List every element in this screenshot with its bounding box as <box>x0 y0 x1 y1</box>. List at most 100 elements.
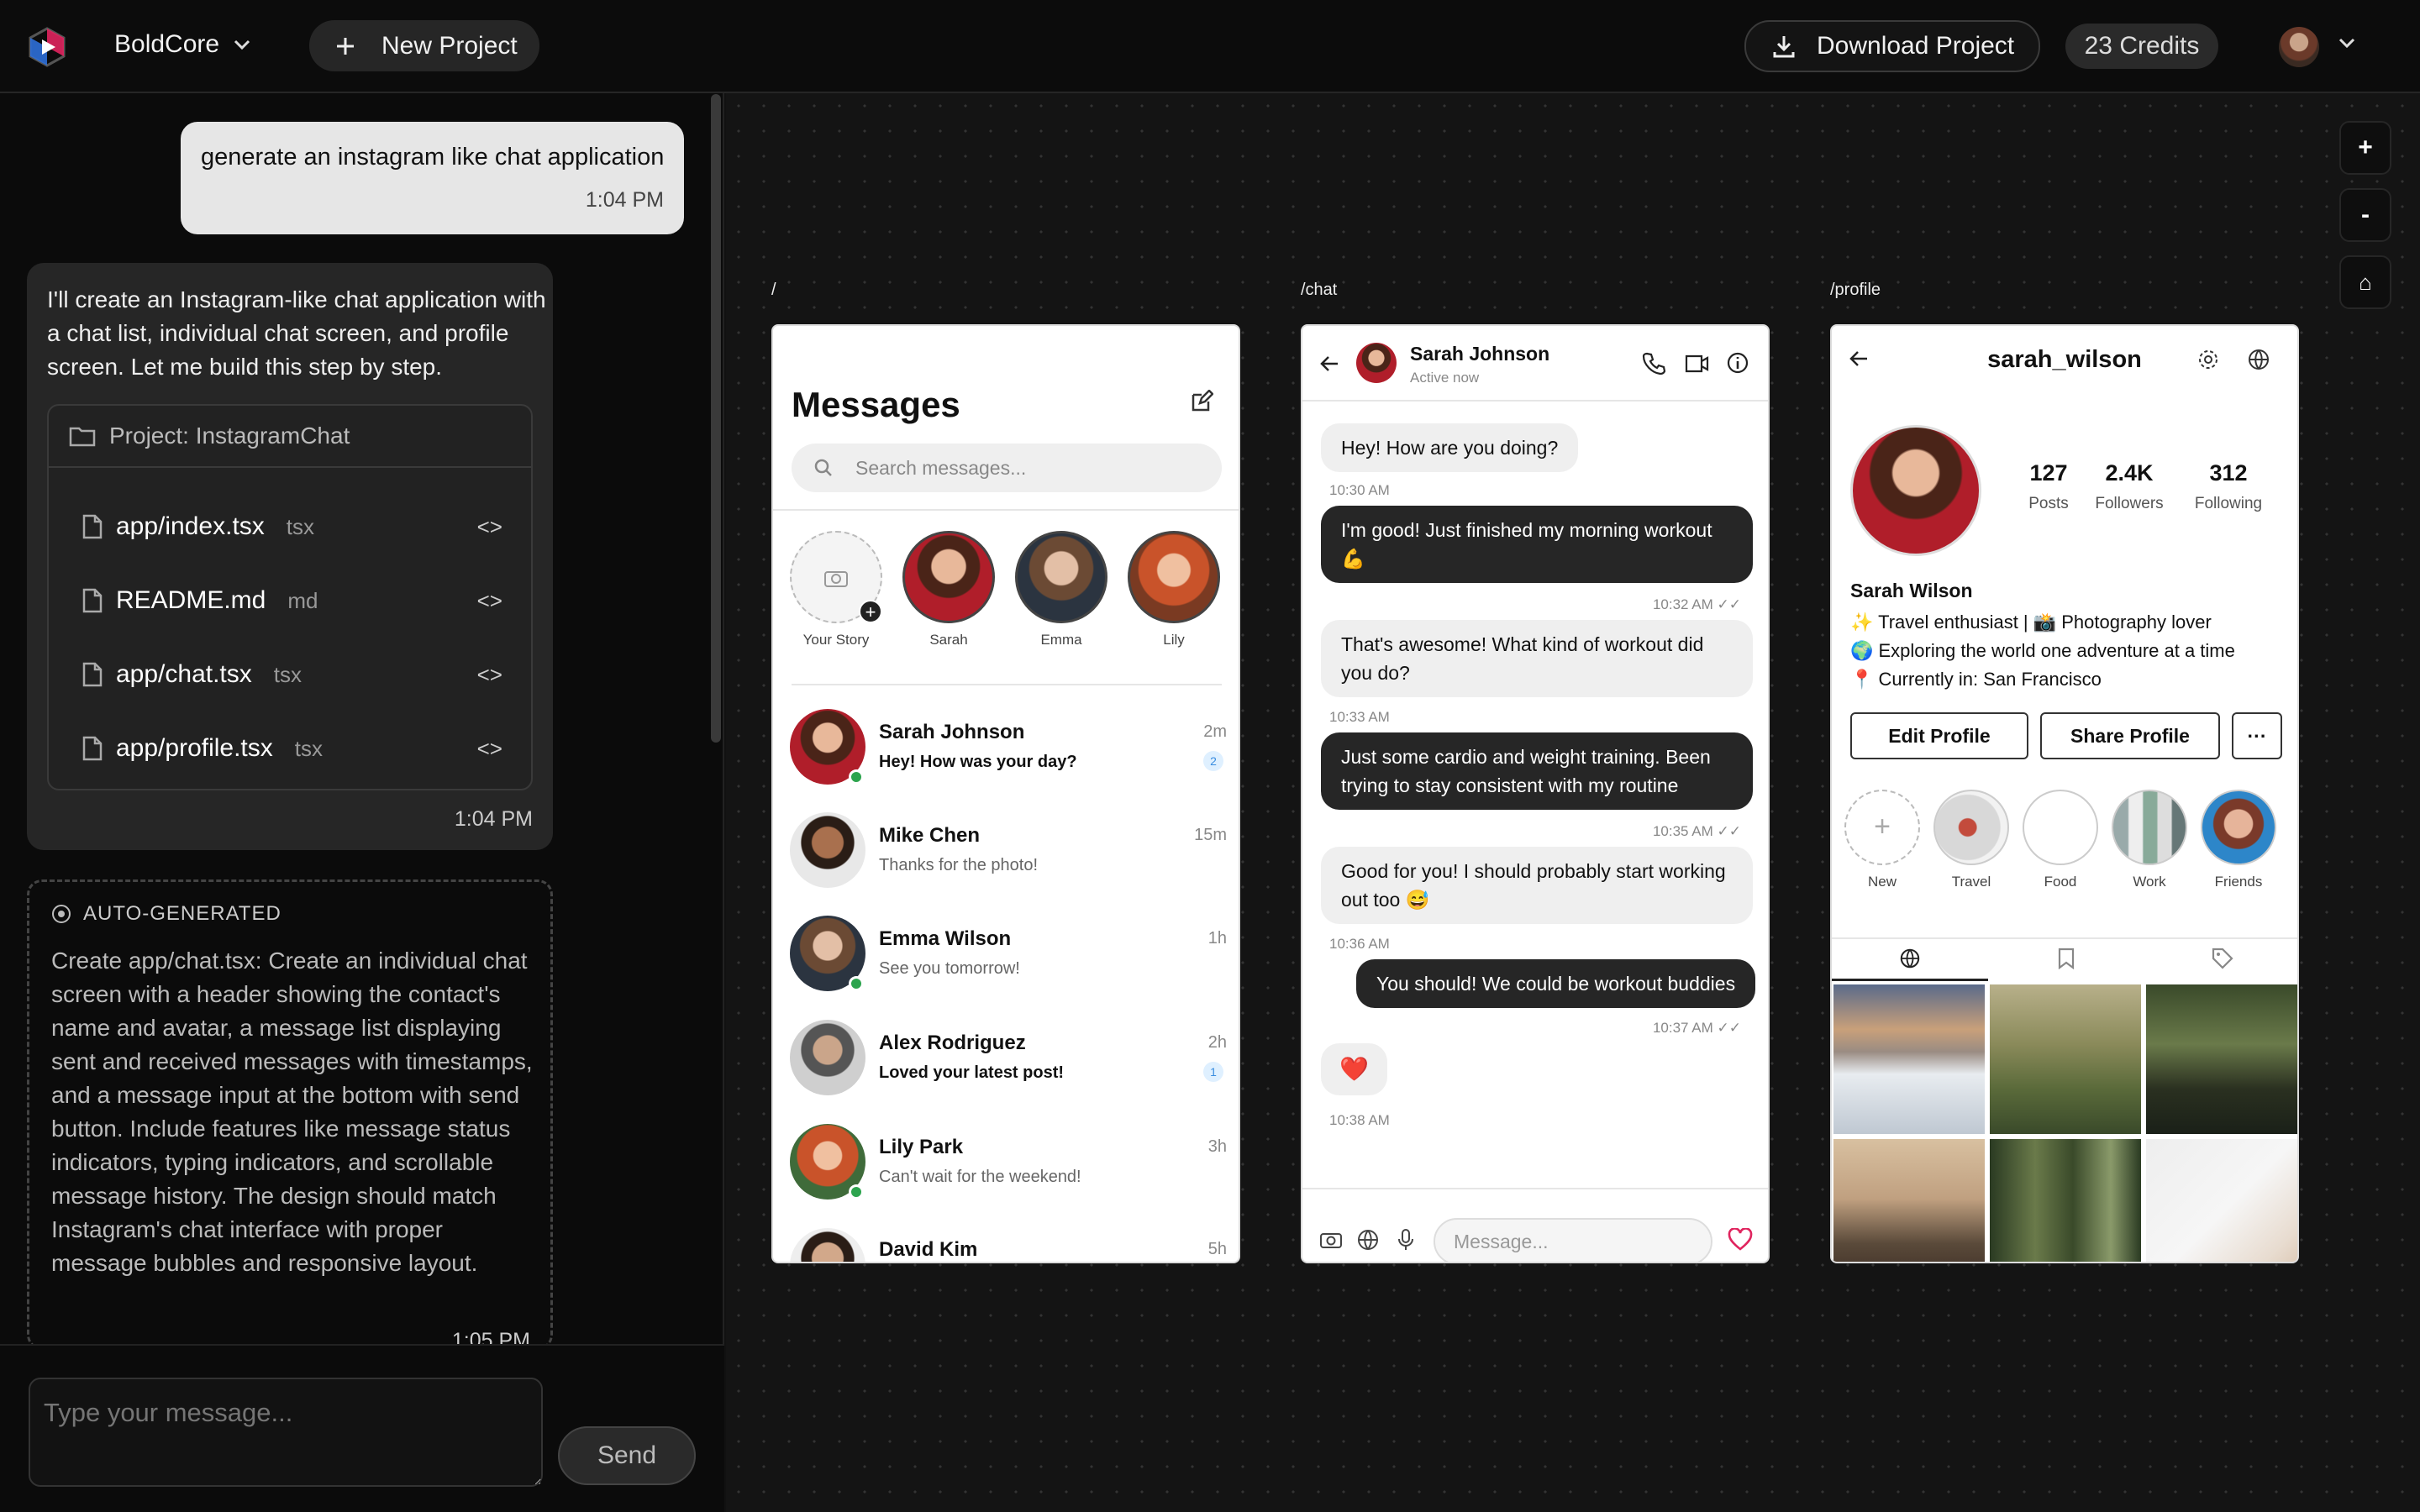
compose-icon[interactable] <box>1190 390 1213 413</box>
photo-tile[interactable] <box>1833 984 1985 1134</box>
followers-stat[interactable]: 2.4K Followers <box>2087 460 2171 513</box>
conversation-name: Lily Park <box>879 1136 964 1158</box>
conversation-item[interactable]: Alex Rodriguez Loved your latest post! 2… <box>790 1020 1227 1112</box>
download-project-button[interactable]: Download Project <box>1744 20 2040 72</box>
code-icon[interactable]: <> <box>477 514 502 540</box>
edit-profile-button[interactable]: Edit Profile <box>1850 712 2028 759</box>
highlight-label: Food <box>2044 874 2077 890</box>
zoom-out-button[interactable]: - <box>2339 188 2391 242</box>
profile-name: Sarah Wilson <box>1850 580 1973 601</box>
story-lily[interactable]: Lily <box>1126 531 1222 648</box>
camera-icon[interactable] <box>1319 1230 1343 1250</box>
message-time: 10:35 AM ✓✓ <box>1652 823 1741 839</box>
conversation-item[interactable]: Mike Chen Thanks for the photo! 15m <box>790 812 1227 905</box>
zoom-in-button[interactable]: + <box>2339 121 2391 175</box>
info-icon[interactable] <box>1726 351 1749 375</box>
phone-icon[interactable] <box>1642 351 1665 375</box>
search-messages-input[interactable]: Search messages... <box>792 444 1222 492</box>
route-label-profile: /profile <box>1830 281 1881 299</box>
folder-icon <box>69 427 96 447</box>
microphone-icon[interactable] <box>1397 1228 1415 1252</box>
conversation-preview: Can't wait for the weekend! <box>879 1168 1081 1186</box>
photo-tile[interactable] <box>1990 1139 2141 1262</box>
code-icon[interactable]: <> <box>477 662 502 688</box>
following-stat[interactable]: 312 Following <box>2185 460 2272 513</box>
back-arrow-icon[interactable] <box>1319 353 1341 375</box>
more-options-button[interactable]: ··· <box>2232 712 2282 759</box>
profile-bio-line: 📍 Currently in: San Francisco <box>1850 669 2102 690</box>
photo-tile[interactable] <box>2146 1139 2297 1262</box>
conversation-time: 2m <box>1203 722 1227 741</box>
chat-message-input[interactable]: Message... <box>1434 1218 1712 1262</box>
story-emma[interactable]: Emma <box>1013 531 1109 648</box>
credits-badge[interactable]: 23 Credits <box>2065 24 2218 69</box>
conversation-preview: See you tomorrow! <box>879 959 1020 978</box>
online-indicator <box>849 976 864 991</box>
tab-saved[interactable] <box>1988 937 2144 981</box>
highlight-food[interactable]: Food <box>2022 790 2099 890</box>
message-bubble: I'm good! Just finished my morning worko… <box>1321 506 1753 583</box>
online-indicator <box>849 769 864 785</box>
new-project-button[interactable]: New Project <box>309 20 539 71</box>
file-item[interactable]: app/index.tsx tsx <> <box>82 501 502 552</box>
assistant-message-text: I'll create an Instagram-like chat appli… <box>47 286 546 380</box>
conversation-item[interactable]: Emma Wilson See you tomorrow! 1h <box>790 916 1227 1008</box>
file-item[interactable]: app/profile.tsx tsx <> <box>82 723 502 774</box>
message-time: 10:37 AM ✓✓ <box>1652 1020 1741 1036</box>
avatar <box>790 1228 865 1262</box>
download-icon <box>1773 36 1795 58</box>
profile-avatar[interactable] <box>1850 425 1981 556</box>
message-bubble: Just some cardio and weight training. Be… <box>1321 732 1753 810</box>
conversation-item[interactable]: Sarah Johnson Hey! How was your day? 2m … <box>790 709 1227 801</box>
message-bubble: That's awesome! What kind of workout did… <box>1321 620 1753 697</box>
file-ext: tsx <box>286 513 315 539</box>
globe-icon[interactable] <box>2247 348 2270 371</box>
reset-view-button[interactable]: ⌂ <box>2339 255 2391 309</box>
tab-tagged[interactable] <box>2144 937 2297 981</box>
auto-generated-text: Create app/chat.tsx: Create an individua… <box>51 948 533 1276</box>
code-icon[interactable]: <> <box>477 588 502 614</box>
globe-icon[interactable] <box>1356 1228 1380 1252</box>
story-label: Sarah <box>929 632 968 648</box>
highlight-friends[interactable]: Friends <box>2200 790 2277 890</box>
video-icon[interactable] <box>1684 353 1709 375</box>
story-sarah[interactable]: Sarah <box>901 531 997 648</box>
code-icon[interactable]: <> <box>477 736 502 762</box>
camera-icon <box>824 571 848 587</box>
profile-bio-line: ✨ Travel enthusiast | 📸 Photography love… <box>1850 612 2212 633</box>
chat-input-placeholder: Message... <box>1454 1230 1549 1252</box>
conversation-name: Alex Rodriguez <box>879 1032 1026 1054</box>
conversation-preview: Hey! How was your day? <box>879 753 1077 771</box>
highlight-new[interactable]: + New <box>1844 790 1921 890</box>
conversation-item[interactable]: Lily Park Can't wait for the weekend! 3h <box>790 1124 1227 1216</box>
file-item[interactable]: app/chat.tsx tsx <> <box>82 649 502 700</box>
story-label: Lily <box>1163 632 1185 648</box>
message-input[interactable] <box>29 1378 543 1487</box>
chat-scrollbar[interactable] <box>711 94 721 743</box>
tab-posts[interactable] <box>1832 937 1988 981</box>
highlight-work[interactable]: Work <box>2111 790 2188 890</box>
credits-label: 23 Credits <box>2084 32 2200 60</box>
file-name: app/index.tsx <box>116 512 265 540</box>
posts-stat[interactable]: 127 Posts <box>2017 460 2081 513</box>
heart-icon[interactable] <box>1728 1228 1753 1252</box>
photo-tile[interactable] <box>2146 984 2297 1134</box>
share-profile-button[interactable]: Share Profile <box>2040 712 2220 759</box>
highlight-label: Work <box>2133 874 2166 890</box>
photo-tile[interactable] <box>1990 984 2141 1134</box>
story-your-story[interactable]: + Your Story <box>788 531 884 648</box>
chevron-down-icon[interactable] <box>2338 37 2356 49</box>
photo-tile[interactable] <box>1833 1139 1985 1262</box>
stat-value: 127 <box>2029 460 2068 486</box>
workspace-selector[interactable]: BoldCore <box>114 30 251 59</box>
globe-icon <box>1900 948 1920 969</box>
conversation-item[interactable]: David Kim 5h <box>790 1228 1227 1262</box>
highlight-travel[interactable]: Travel <box>1933 790 2010 890</box>
file-item[interactable]: README.md md <> <box>82 575 502 626</box>
user-avatar[interactable] <box>2279 27 2319 67</box>
gear-icon[interactable] <box>2196 348 2220 371</box>
send-button[interactable]: Send <box>558 1426 696 1485</box>
file-icon <box>82 588 103 613</box>
contact-name: Sarah Johnson <box>1410 343 1550 365</box>
app-logo-icon[interactable] <box>29 27 66 67</box>
